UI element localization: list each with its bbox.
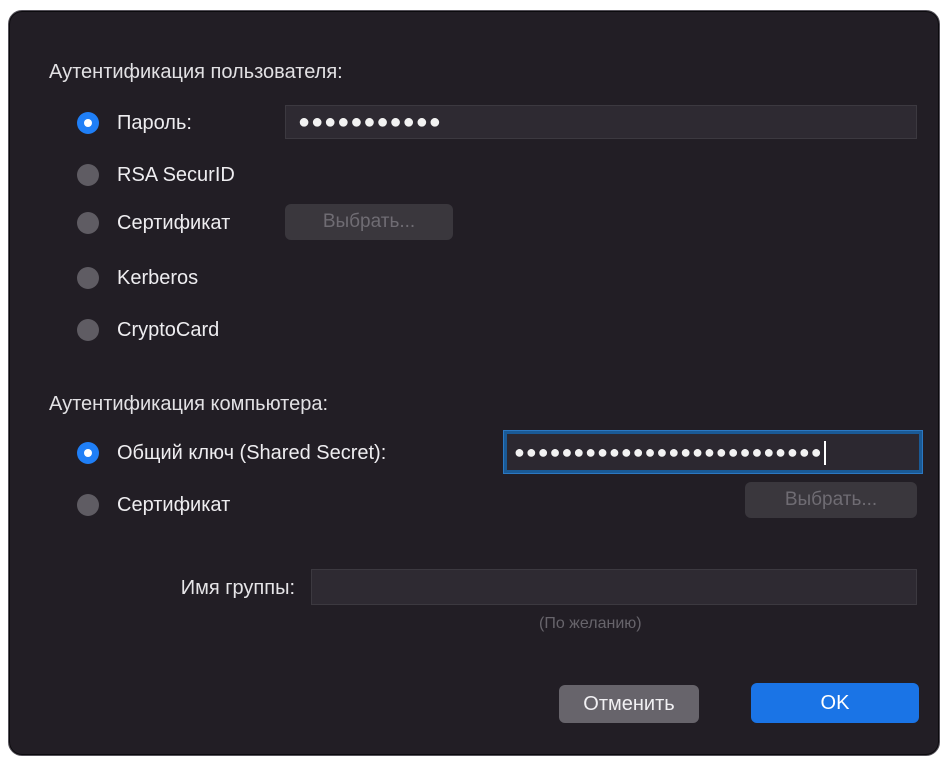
machine-auth-section-title: Аутентификация компьютера:: [49, 393, 329, 415]
radio-option-rsa-securid[interactable]: RSA SecurID: [77, 160, 235, 190]
radio-option-shared-secret[interactable]: Общий ключ (Shared Secret):: [77, 438, 386, 468]
password-field[interactable]: ●●●●●●●●●●●: [285, 105, 917, 139]
shared-secret-field[interactable]: ●●●●●●●●●●●●●●●●●●●●●●●●●●: [504, 431, 922, 473]
radio-option-cryptocard[interactable]: CryptoCard: [77, 315, 219, 345]
user-certificate-radio-label: Сертификат: [117, 211, 231, 234]
radio-option-machine-certificate[interactable]: Сертификат: [77, 490, 230, 520]
kerberos-radio-button[interactable]: [77, 267, 99, 289]
machine-certificate-radio-label: Сертификат: [117, 493, 231, 516]
rsa-securid-radio-button[interactable]: [77, 164, 99, 186]
user-auth-section-title: Аутентификация пользователя:: [49, 61, 343, 83]
radio-option-kerberos[interactable]: Kerberos: [77, 263, 198, 293]
shared-secret-radio-button[interactable]: [77, 442, 99, 464]
shared-secret-value: ●●●●●●●●●●●●●●●●●●●●●●●●●●: [514, 442, 823, 462]
user-certificate-choose-button[interactable]: Выбрать...: [285, 204, 453, 240]
user-certificate-radio-button[interactable]: [77, 212, 99, 234]
password-radio-button[interactable]: [77, 112, 99, 134]
group-name-optional-hint: (По желанию): [539, 615, 642, 632]
group-name-label: Имя группы:: [180, 577, 295, 599]
password-radio-label: Пароль:: [117, 111, 192, 134]
vpn-authentication-dialog: Аутентификация пользователя: Пароль: ●●●…: [8, 10, 940, 756]
cryptocard-radio-button[interactable]: [77, 319, 99, 341]
kerberos-radio-label: Kerberos: [117, 266, 199, 289]
radio-option-user-certificate[interactable]: Сертификат: [77, 208, 230, 238]
shared-secret-radio-label: Общий ключ (Shared Secret):: [117, 441, 387, 464]
machine-certificate-choose-button[interactable]: Выбрать...: [745, 482, 917, 518]
machine-certificate-radio-button[interactable]: [77, 494, 99, 516]
cryptocard-radio-label: CryptoCard: [117, 318, 220, 341]
rsa-securid-radio-label: RSA SecurID: [117, 163, 235, 186]
ok-button[interactable]: OK: [751, 683, 919, 723]
group-name-field[interactable]: [311, 569, 917, 605]
cancel-button[interactable]: Отменить: [559, 685, 699, 723]
text-caret: [823, 441, 826, 466]
radio-option-password[interactable]: Пароль:: [77, 108, 192, 138]
